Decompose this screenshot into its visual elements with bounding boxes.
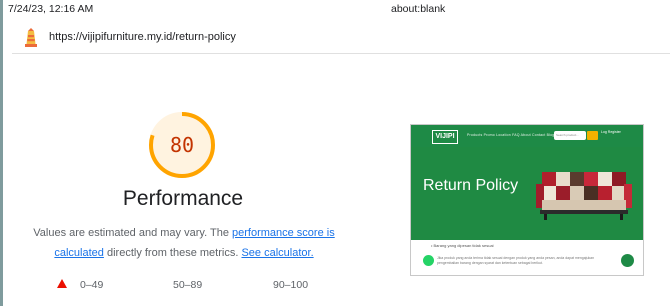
chat-fab-icon (621, 254, 634, 267)
print-page-title: about:blank (391, 3, 446, 15)
thumbnail-content: • Barang yang dipesan tidak sesuai Jika … (411, 240, 643, 275)
thumbnail-nav-right: Log Register (601, 130, 621, 134)
url-text: https://vijipifurniture.my.id/return-pol… (49, 31, 236, 43)
performance-score: 80 (169, 133, 195, 157)
thumbnail-paragraph: Jika produk yang anda terima tidak sesua… (437, 256, 595, 265)
legend-fail: 0–49 (80, 279, 104, 291)
page-screenshot-thumbnail: VIJIPI Products Promo Location FAQ About… (410, 124, 644, 276)
whatsapp-icon (423, 255, 434, 266)
performance-title: Performance (122, 187, 244, 210)
description-text: Values are estimated and may vary. The (33, 227, 232, 239)
thumbnail-hero-title: Return Policy (423, 177, 519, 194)
see-calculator-link[interactable]: See calculator. (241, 247, 313, 259)
thumbnail-hero: Return Policy (411, 147, 643, 240)
performance-description: Values are estimated and may vary. The p… (28, 223, 340, 263)
url-bar: https://vijipifurniture.my.id/return-pol… (12, 21, 670, 54)
legend-pass: 90–100 (273, 279, 309, 291)
print-timestamp: 7/24/23, 12:16 AM (8, 3, 94, 15)
sofa-image (536, 172, 632, 220)
window-edge (0, 0, 3, 306)
thumbnail-search-button (587, 131, 598, 140)
thumbnail-navbar: VIJIPI Products Promo Location FAQ About… (411, 125, 643, 147)
lighthouse-icon (25, 28, 37, 47)
legend-average: 50–89 (173, 279, 203, 291)
thumbnail-bullet: • Barang yang dipesan tidak sesuai (431, 243, 494, 248)
fail-triangle-icon (57, 279, 67, 288)
thumbnail-nav-links: Products Promo Location FAQ About Contac… (467, 133, 555, 137)
description-text-2: directly from these metrics. (103, 247, 242, 259)
thumbnail-search-input: Search product... (554, 131, 586, 140)
thumbnail-logo: VIJIPI (432, 130, 458, 144)
